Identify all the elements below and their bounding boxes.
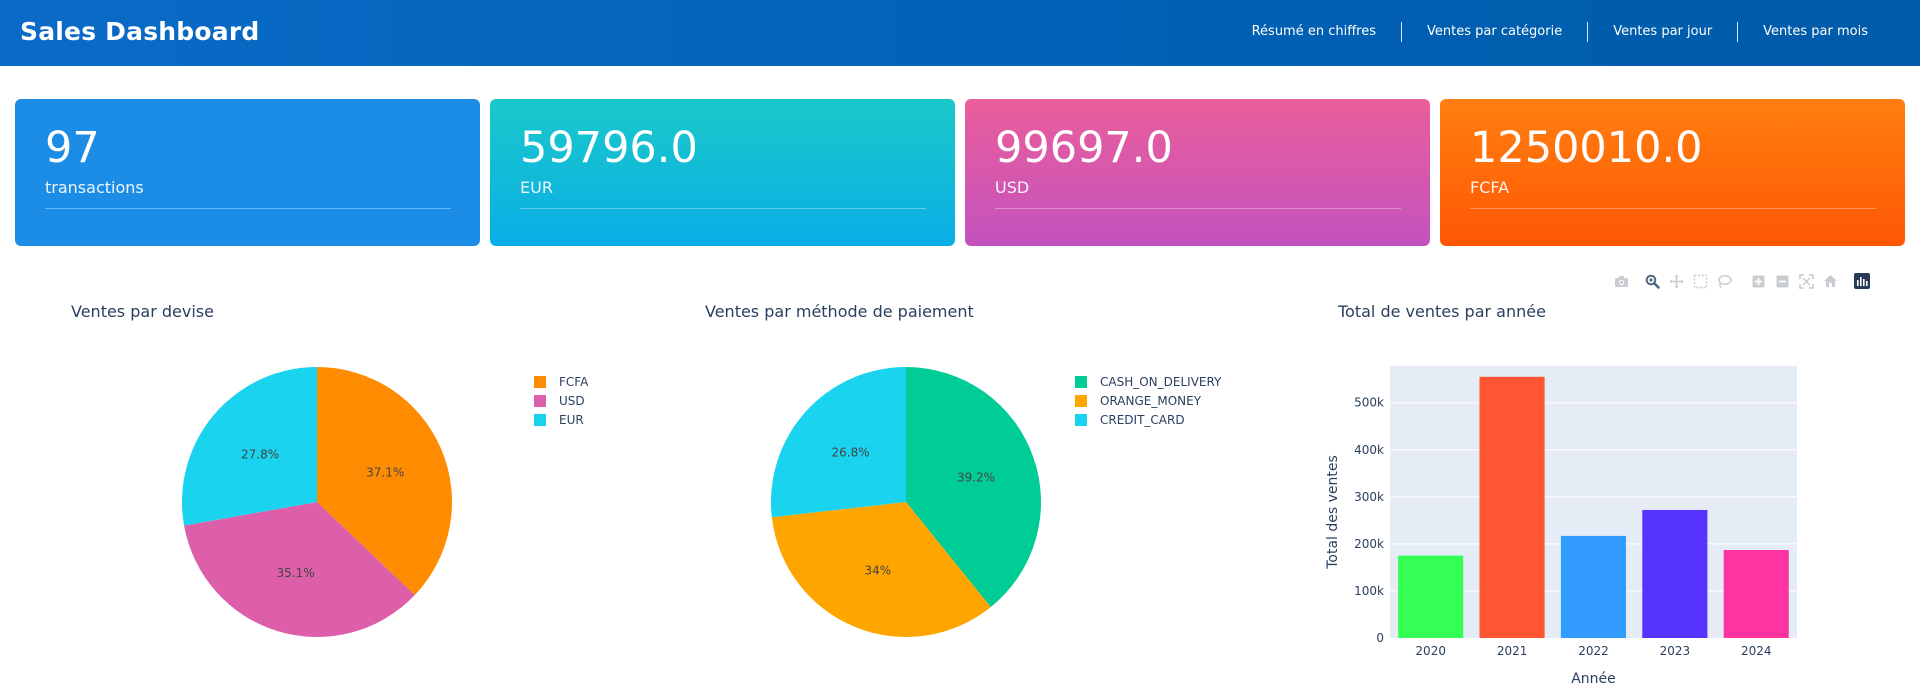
stat-card-eur: 59796.0 EUR xyxy=(490,99,955,246)
chart-title-paiement: Ventes par méthode de paiement xyxy=(705,302,974,321)
chart-title-annee: Total de ventes par année xyxy=(1338,302,1546,321)
x-tick-label: 2020 xyxy=(1415,644,1446,658)
slice-label: 37.1% xyxy=(366,466,404,480)
x-tick-label: 2022 xyxy=(1578,644,1609,658)
x-tick-label: 2024 xyxy=(1741,644,1772,658)
legend-label[interactable]: USD xyxy=(559,394,585,408)
legend-label[interactable]: ORANGE_MONEY xyxy=(1100,394,1202,408)
y-tick-label: 100k xyxy=(1354,584,1384,598)
zoom-out-icon[interactable] xyxy=(1773,272,1791,290)
legend-swatch[interactable] xyxy=(1075,376,1087,388)
bar[interactable] xyxy=(1398,555,1464,638)
lasso-icon[interactable] xyxy=(1715,272,1733,290)
pie-chart-devise[interactable]: 37.1% 35.1% 27.8% FCFA USD EUR xyxy=(0,330,640,694)
bar-chart-annee[interactable]: 0 100k 200k 300k 400k 500k 2020 2021 2022 2023 202… xyxy=(1280,330,1920,694)
slice-label: 27.8% xyxy=(241,447,279,461)
main-nav: Résumé en chiffres Ventes par catégorie … xyxy=(1227,22,1868,42)
bar[interactable] xyxy=(1479,376,1545,638)
legend-label[interactable]: CREDIT_CARD xyxy=(1100,413,1185,427)
zoom-icon[interactable] xyxy=(1643,272,1661,290)
reset-axes-icon[interactable] xyxy=(1821,272,1839,290)
box-select-icon[interactable] xyxy=(1691,272,1709,290)
x-axis-title: Année xyxy=(1571,671,1616,687)
x-tick-label: 2023 xyxy=(1660,644,1691,658)
stat-value: 1250010.0 xyxy=(1470,123,1703,173)
stat-label: transactions xyxy=(45,178,144,197)
stat-value: 59796.0 xyxy=(520,123,698,173)
app-title[interactable]: Sales Dashboard xyxy=(20,17,259,46)
nav-link-resume[interactable]: Résumé en chiffres xyxy=(1227,22,1401,42)
x-tick-label: 2021 xyxy=(1497,644,1528,658)
top-navbar: Sales Dashboard Résumé en chiffres Vente… xyxy=(0,0,1920,66)
pie-chart-paiement[interactable]: 39.2% 34% 26.8% CASH_ON_DELIVERY ORANGE_MONE… xyxy=(640,330,1280,694)
legend-swatch[interactable] xyxy=(534,414,546,426)
stat-card-usd: 99697.0 USD xyxy=(965,99,1430,246)
card-divider xyxy=(1470,208,1876,209)
bar[interactable] xyxy=(1642,510,1708,638)
stat-card-fcfa: 1250010.0 FCFA xyxy=(1440,99,1905,246)
legend-label[interactable]: FCFA xyxy=(559,375,589,389)
card-divider xyxy=(45,208,451,209)
slice-label: 34% xyxy=(864,564,891,578)
chart-title-devise: Ventes par devise xyxy=(71,302,214,321)
nav-link-categorie[interactable]: Ventes par catégorie xyxy=(1401,22,1587,42)
zoom-in-icon[interactable] xyxy=(1749,272,1767,290)
plotly-logo-icon[interactable] xyxy=(1853,272,1871,290)
pie-slice[interactable] xyxy=(770,367,906,518)
y-tick-label: 400k xyxy=(1354,443,1384,457)
slice-label: 35.1% xyxy=(277,566,315,580)
legend-swatch[interactable] xyxy=(1075,395,1087,407)
legend-label[interactable]: CASH_ON_DELIVERY xyxy=(1100,375,1222,389)
slice-label: 26.8% xyxy=(832,446,870,460)
card-divider xyxy=(520,208,926,209)
pan-icon[interactable] xyxy=(1667,272,1685,290)
y-tick-label: 200k xyxy=(1354,537,1384,551)
nav-link-mois[interactable]: Ventes par mois xyxy=(1737,22,1868,42)
slice-label: 39.2% xyxy=(957,470,995,484)
stat-value: 97 xyxy=(45,123,100,173)
legend-swatch[interactable] xyxy=(534,376,546,388)
legend-swatch[interactable] xyxy=(534,395,546,407)
bar[interactable] xyxy=(1560,535,1626,638)
stat-label: USD xyxy=(995,178,1030,197)
y-tick-label: 300k xyxy=(1354,490,1384,504)
legend-swatch[interactable] xyxy=(1075,414,1087,426)
y-tick-label: 500k xyxy=(1354,396,1384,410)
y-axis-title: Total des ventes xyxy=(1325,455,1341,570)
card-divider xyxy=(995,208,1401,209)
stat-label: FCFA xyxy=(1470,178,1510,197)
stat-label: EUR xyxy=(520,178,553,197)
camera-icon[interactable] xyxy=(1612,272,1630,290)
nav-link-jour[interactable]: Ventes par jour xyxy=(1587,22,1737,42)
y-tick-label: 0 xyxy=(1376,631,1384,645)
stat-value: 99697.0 xyxy=(995,123,1173,173)
autoscale-icon[interactable] xyxy=(1797,272,1815,290)
stat-card-transactions: 97 transactions xyxy=(15,99,480,246)
legend-label[interactable]: EUR xyxy=(559,413,584,427)
bar[interactable] xyxy=(1723,550,1789,638)
